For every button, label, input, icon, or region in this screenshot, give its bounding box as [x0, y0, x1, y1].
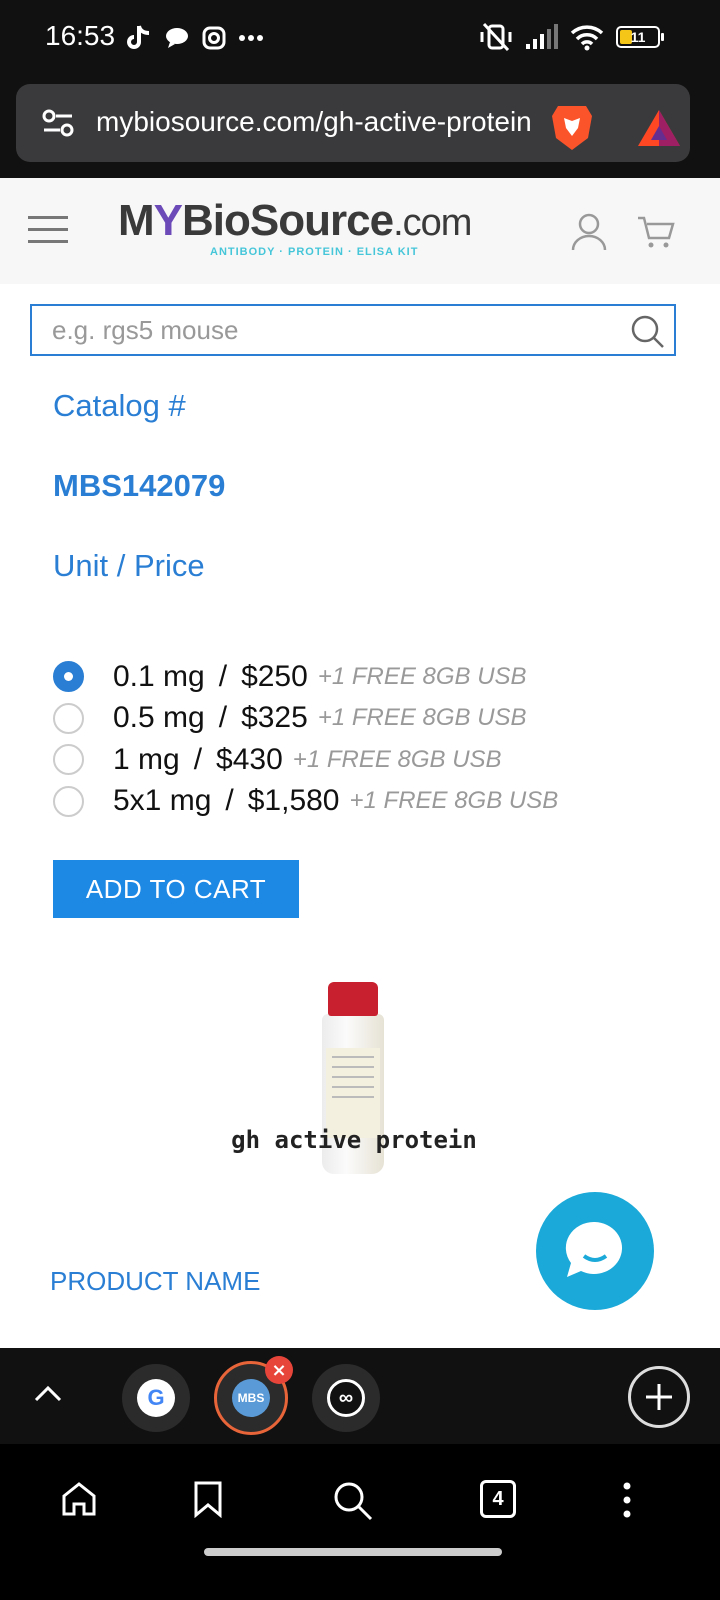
tiktok-icon: [127, 25, 150, 49]
system-icons: 11: [480, 22, 664, 52]
brave-shields-icon[interactable]: [550, 102, 594, 152]
url-text[interactable]: mybiosource.com/gh-active-protein: [96, 106, 532, 138]
logo-text-y: Y: [153, 196, 183, 245]
browser-toolbar: mybiosource.com/gh-active-protein: [0, 78, 720, 178]
menu-icon[interactable]: [620, 1480, 634, 1520]
catalog-number: MBS142079: [53, 468, 226, 503]
product-image-caption: gh active protein: [231, 1126, 477, 1154]
option-separator: /: [218, 701, 228, 735]
instagram-icon: [202, 26, 226, 50]
price-option[interactable]: 5x1 mg / $1,580 +1 FREE 8GB USB: [53, 781, 558, 823]
logo-text-biosource: BioSource: [182, 196, 394, 245]
wifi-icon: [570, 25, 604, 51]
more-dots-icon: [239, 35, 263, 41]
live-chat-button[interactable]: [536, 1192, 654, 1310]
other-tab[interactable]: ∞: [312, 1364, 380, 1432]
option-label: 1 mg / $430: [113, 743, 283, 777]
status-bar: 16:53 11: [0, 0, 720, 78]
brave-rewards-icon[interactable]: [636, 108, 682, 148]
logo-tagline: ANTIBODY · PROTEIN · ELISA KIT: [210, 246, 419, 258]
price-option[interactable]: 0.5 mg / $325 +1 FREE 8GB USB: [53, 698, 558, 740]
google-tab[interactable]: G: [122, 1364, 190, 1432]
option-price: $325: [241, 701, 308, 735]
option-separator: /: [218, 659, 228, 693]
battery-icon: 11: [616, 26, 664, 48]
option-promo: +1 FREE 8GB USB: [292, 745, 502, 773]
tabs-counter[interactable]: 4: [480, 1480, 516, 1518]
notification-icons: [126, 24, 264, 52]
vibrate-off-icon: [480, 22, 512, 52]
mbs-favicon-icon: MBS: [232, 1379, 270, 1417]
option-price: $250: [241, 659, 308, 693]
option-price: $1,580: [247, 784, 340, 818]
chat-icon: [166, 28, 188, 48]
site-settings-icon[interactable]: [42, 108, 74, 138]
logo-suffix: .com: [393, 202, 472, 244]
google-tab-glyph: G: [147, 1385, 165, 1410]
tab-count: 4: [492, 1487, 504, 1510]
option-promo: +1 FREE 8GB USB: [317, 662, 527, 690]
option-promo: +1 FREE 8GB USB: [349, 787, 559, 815]
plus-icon: [646, 1384, 672, 1410]
chat-bubble-icon: [565, 1221, 623, 1277]
web-page: MYBioSource.com ANTIBODY · PROTEIN · ELI…: [0, 178, 720, 1348]
address-bar[interactable]: mybiosource.com/gh-active-protein: [16, 84, 690, 162]
product-name-heading: PRODUCT NAME: [50, 1266, 261, 1296]
radio-button[interactable]: [53, 744, 84, 776]
bookmark-icon[interactable]: [192, 1480, 224, 1518]
new-tab-button[interactable]: [628, 1366, 690, 1428]
catalog-label: Catalog #: [53, 388, 186, 423]
add-to-cart-button[interactable]: ADD TO CART: [53, 860, 299, 918]
infinity-app-icon: ∞: [327, 1379, 365, 1417]
mybiosource-tab[interactable]: MBS ×: [214, 1356, 293, 1435]
browser-bottom-bar: G MBS × ∞ 4: [0, 1348, 720, 1600]
logo-text-m: M: [118, 196, 155, 245]
price-options: 0.1 mg / $250 +1 FREE 8GB USB 0.5 mg / $325 …: [53, 656, 558, 822]
close-tab-icon[interactable]: ×: [265, 1356, 293, 1384]
price-option[interactable]: 1 mg / $430 +1 FREE 8GB USB: [53, 739, 558, 781]
product-image[interactable]: gh active protein: [226, 978, 482, 1178]
option-promo: +1 FREE 8GB USB: [317, 704, 527, 732]
option-label: 0.1 mg / $250: [113, 660, 308, 694]
search-input[interactable]: [32, 306, 622, 354]
site-header: MYBioSource.com ANTIBODY · PROTEIN · ELI…: [0, 178, 720, 284]
other-tab-glyph: ∞: [338, 1386, 354, 1409]
price-option[interactable]: 0.1 mg / $250 +1 FREE 8GB USB: [53, 656, 558, 698]
bottom-nav: 4: [0, 1460, 720, 1540]
product-search: [30, 304, 676, 356]
radio-button[interactable]: [53, 785, 84, 817]
option-size: 0.1 mg: [113, 659, 205, 693]
battery-level: 11: [630, 29, 646, 45]
radio-button[interactable]: [53, 702, 84, 734]
option-size: 0.5 mg: [113, 701, 205, 735]
search-icon[interactable]: [332, 1480, 374, 1522]
option-size: 1 mg: [113, 742, 180, 776]
option-label: 0.5 mg / $325: [113, 701, 308, 735]
gesture-bar: [204, 1548, 502, 1556]
unit-price-label: Unit / Price: [53, 548, 205, 583]
status-time: 16:53: [45, 20, 116, 51]
shopping-cart-icon[interactable]: [636, 214, 676, 250]
radio-button[interactable]: [53, 661, 84, 693]
vial-label: [326, 1048, 380, 1138]
search-icon[interactable]: [630, 314, 666, 350]
option-price: $430: [216, 742, 283, 776]
signal-icon: [526, 24, 558, 49]
option-label: 5x1 mg / $1,580: [113, 784, 340, 818]
option-separator: /: [193, 742, 203, 776]
user-account-icon[interactable]: [570, 212, 608, 252]
mybiosource-logo[interactable]: MYBioSource.com ANTIBODY · PROTEIN · ELI…: [118, 196, 472, 268]
vial-cap: [328, 982, 378, 1016]
hamburger-menu-icon[interactable]: [28, 216, 68, 252]
chevron-up-icon[interactable]: [32, 1378, 64, 1410]
option-separator: /: [225, 784, 234, 818]
option-size: 5x1 mg: [113, 784, 212, 818]
tab-strip: G MBS × ∞: [0, 1348, 720, 1444]
google-icon: G: [137, 1379, 175, 1417]
home-icon[interactable]: [60, 1480, 98, 1518]
mbs-tab-glyph: MBS: [237, 1391, 265, 1405]
